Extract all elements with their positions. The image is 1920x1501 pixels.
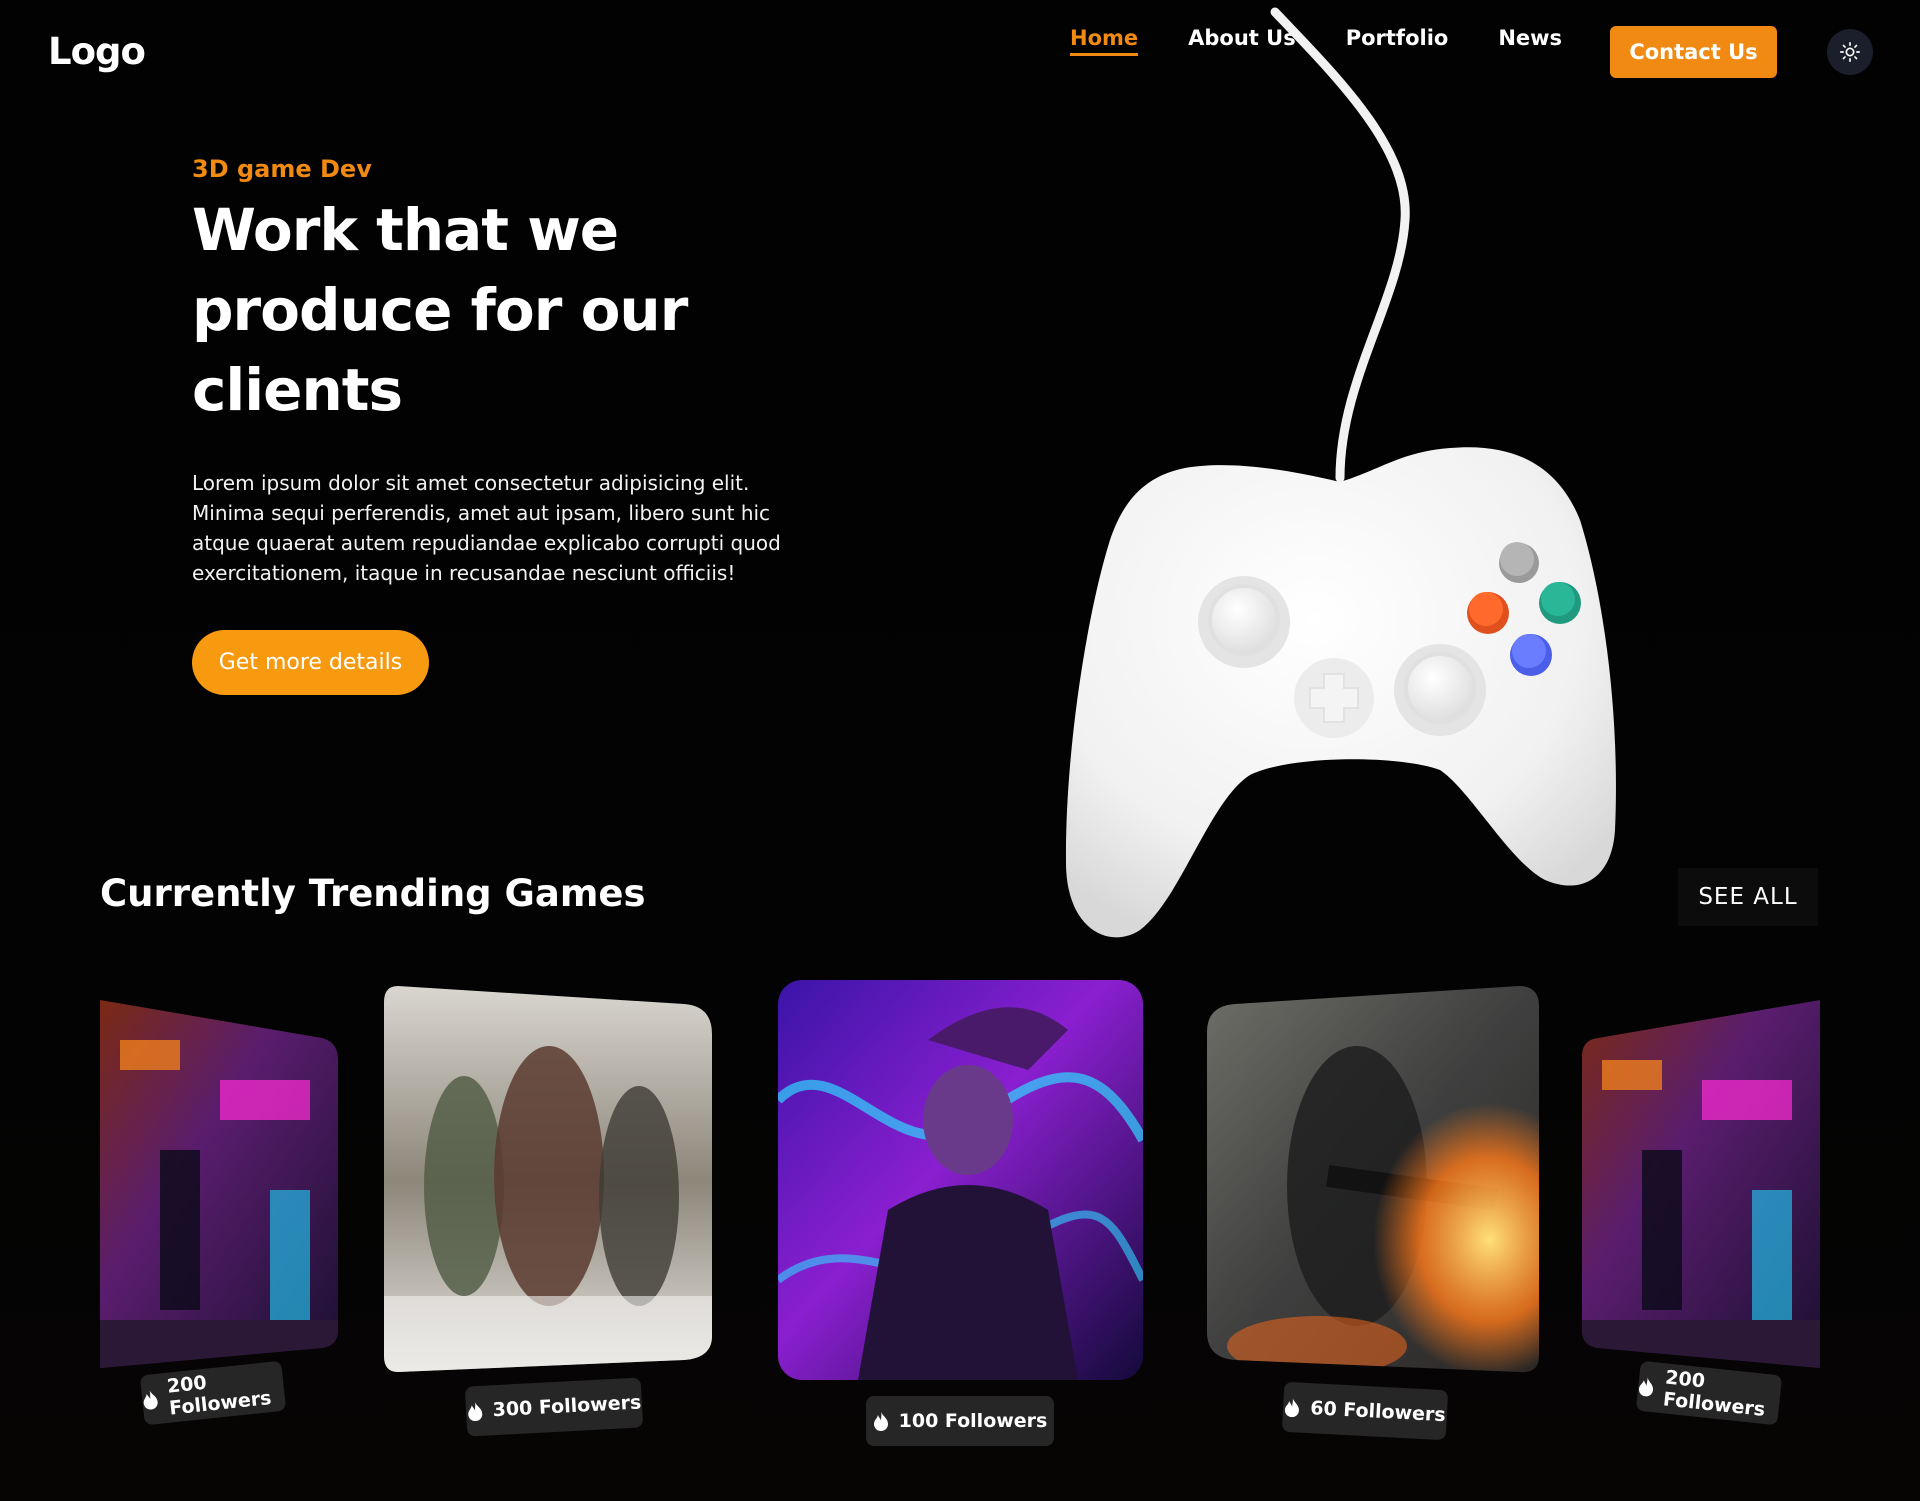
game-card-image: [1582, 1000, 1820, 1368]
game-card[interactable]: 300 Followers: [384, 986, 712, 1437]
game-card[interactable]: 60 Followers: [1207, 986, 1539, 1441]
fire-icon: [143, 1389, 158, 1410]
followers-badge: 60 Followers: [1281, 1381, 1449, 1441]
followers-badge: 200 Followers: [139, 1360, 287, 1426]
followers-badge: 200 Followers: [1635, 1360, 1783, 1426]
game-card[interactable]: 200 Followers: [100, 1000, 338, 1426]
game-card-image: [384, 986, 712, 1372]
followers-badge: 300 Followers: [464, 1377, 644, 1437]
followers-count: 200 Followers: [1661, 1366, 1767, 1421]
fire-icon: [1285, 1397, 1300, 1418]
game-card[interactable]: 100 Followers: [778, 980, 1143, 1446]
sun-icon: [1840, 42, 1860, 62]
theme-toggle-button[interactable]: [1827, 29, 1873, 75]
trending-section-title: Currently Trending Games: [100, 872, 646, 915]
get-more-details-button[interactable]: Get more details: [192, 630, 429, 695]
game-card[interactable]: 200 Followers: [1582, 1000, 1820, 1426]
followers-badge: 100 Followers: [866, 1396, 1054, 1446]
game-card-image: [1207, 986, 1539, 1373]
hero-description: Lorem ipsum dolor sit amet consectetur a…: [192, 471, 781, 585]
followers-count: 200 Followers: [165, 1371, 273, 1420]
fire-icon: [1639, 1376, 1653, 1397]
game-card-image: [100, 1000, 338, 1368]
followers-count: 100 Followers: [898, 1410, 1048, 1432]
fire-icon: [873, 1411, 888, 1431]
see-all-button[interactable]: SEE ALL: [1678, 868, 1818, 926]
game-controller-illustration: [1065, 7, 1616, 938]
followers-count: 300 Followers: [492, 1391, 642, 1422]
logo[interactable]: Logo: [48, 30, 146, 73]
hero-title: Work that we produce for our clients: [192, 196, 688, 424]
followers-count: 60 Followers: [1309, 1397, 1447, 1427]
page: Logo Home About Us Portfolio News Contac…: [0, 0, 1920, 1501]
hero-eyebrow: 3D game Dev: [192, 155, 372, 183]
game-card-image: [778, 980, 1143, 1380]
fire-icon: [467, 1401, 482, 1422]
